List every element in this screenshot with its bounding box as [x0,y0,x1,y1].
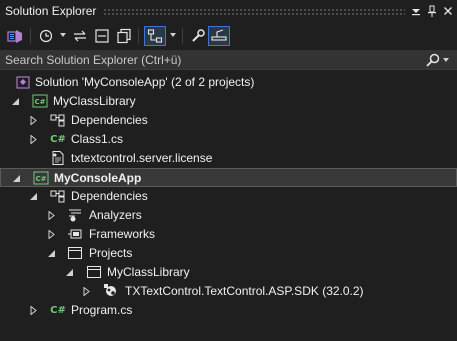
project-reference-label: MyClassLibrary [107,265,190,279]
tree-item-class1[interactable]: C# Class1.cs [0,130,457,149]
sync-with-active-document-icon[interactable] [70,26,90,46]
search-input[interactable] [0,50,420,70]
analyzers-label: Analyzers [89,208,142,222]
dependencies-icon [50,112,66,128]
solution-explorer-panel: Solution Explorer Search Solution Explor… [0,0,457,341]
projects-label: Projects [89,246,133,260]
expanded-arrow-icon[interactable] [12,174,21,183]
show-tree-view-icon[interactable] [144,26,166,46]
tree-item-solution[interactable]: Solution 'MyConsoleApp' (2 of 2 projects… [0,73,457,92]
collapse-all-icon[interactable] [92,26,112,46]
tree-item-analyzers[interactable]: Analyzers [0,206,457,225]
chevron-down-icon[interactable] [170,33,176,37]
tree-item-dependencies[interactable]: Dependencies [0,187,457,206]
panel-title: Solution Explorer [5,4,97,18]
csharp-project-icon: C# [32,93,48,109]
csharp-project-badge-text: C# [35,175,46,183]
csharp-project-icon: C# [33,170,49,186]
chevron-down-icon[interactable] [60,33,66,37]
search-icon[interactable] [425,52,441,68]
window-options-icon[interactable] [408,3,424,19]
collapsed-arrow-icon[interactable] [47,230,56,239]
title-bar: Solution Explorer [0,0,457,24]
collapsed-arrow-icon[interactable] [29,135,38,144]
drag-grip[interactable] [103,8,405,15]
expanded-arrow-icon[interactable] [47,249,56,258]
collapsed-arrow-icon[interactable] [47,211,56,220]
switch-views-icon[interactable] [4,26,26,46]
dependencies-label: Dependencies [71,189,148,203]
tree-item-dependencies[interactable]: Dependencies [0,111,457,130]
file-label: txtextcontrol.server.license [71,151,213,165]
tree-item-program[interactable]: C# Program.cs [0,301,457,320]
csharp-project-badge-text: C# [34,98,45,106]
frameworks-icon [67,226,83,242]
dependencies-label: Dependencies [71,113,148,127]
tree-item-myclasslibrary-project[interactable]: C# MyClassLibrary [0,92,457,111]
tree-item-frameworks[interactable]: Frameworks [0,225,457,244]
package-label: TXTextControl.TextControl.ASP.SDK (32.0.… [125,284,364,298]
projects-folder-icon [67,245,83,261]
dependencies-icon [50,188,66,204]
expanded-arrow-icon[interactable] [65,268,74,277]
search-box[interactable] [0,50,457,70]
analyzers-icon [67,207,83,223]
preview-selected-items-icon[interactable] [208,26,230,46]
csharp-file-icon: C# [50,131,66,147]
solution-label: Solution 'MyConsoleApp' (2 of 2 projects… [35,75,255,89]
toolbar-separator [138,28,139,44]
tree-item-projects[interactable]: Projects [0,244,457,263]
toolbar-separator [30,28,31,44]
collapsed-arrow-icon[interactable] [29,116,38,125]
tree-item-project-reference[interactable]: MyClassLibrary [0,263,457,282]
csharp-file-badge: C# [50,304,66,316]
file-label: Class1.cs [71,132,124,146]
properties-wrench-icon[interactable] [188,26,208,46]
pending-changes-filter-icon[interactable] [36,26,56,46]
project-reference-icon [86,264,102,280]
nuget-package-icon [103,283,119,299]
expanded-arrow-icon[interactable] [29,192,38,201]
collapsed-arrow-icon[interactable] [82,287,91,296]
frameworks-label: Frameworks [89,227,156,241]
project-label: MyConsoleApp [54,171,142,185]
show-all-files-icon[interactable] [114,26,134,46]
file-label: Program.cs [71,303,133,317]
pin-icon[interactable] [424,3,440,19]
tree-item-license[interactable]: txtextcontrol.server.license [0,149,457,168]
solution-icon [15,74,31,90]
expanded-arrow-icon[interactable] [11,97,20,106]
search-options-chevron-down-icon[interactable] [443,58,449,62]
collapsed-arrow-icon[interactable] [29,306,38,315]
toolbar-separator [182,28,183,44]
csharp-file-icon: C# [50,302,66,318]
tree-item-nuget-package[interactable]: TXTextControl.TextControl.ASP.SDK (32.0.… [0,282,457,301]
csharp-file-badge: C# [50,133,66,145]
project-label: MyClassLibrary [53,94,136,108]
toolbar [0,24,457,48]
tree-item-myconsoleapp-project[interactable]: C# MyConsoleApp [0,168,457,187]
license-file-icon [50,150,66,166]
close-icon[interactable] [440,3,456,19]
